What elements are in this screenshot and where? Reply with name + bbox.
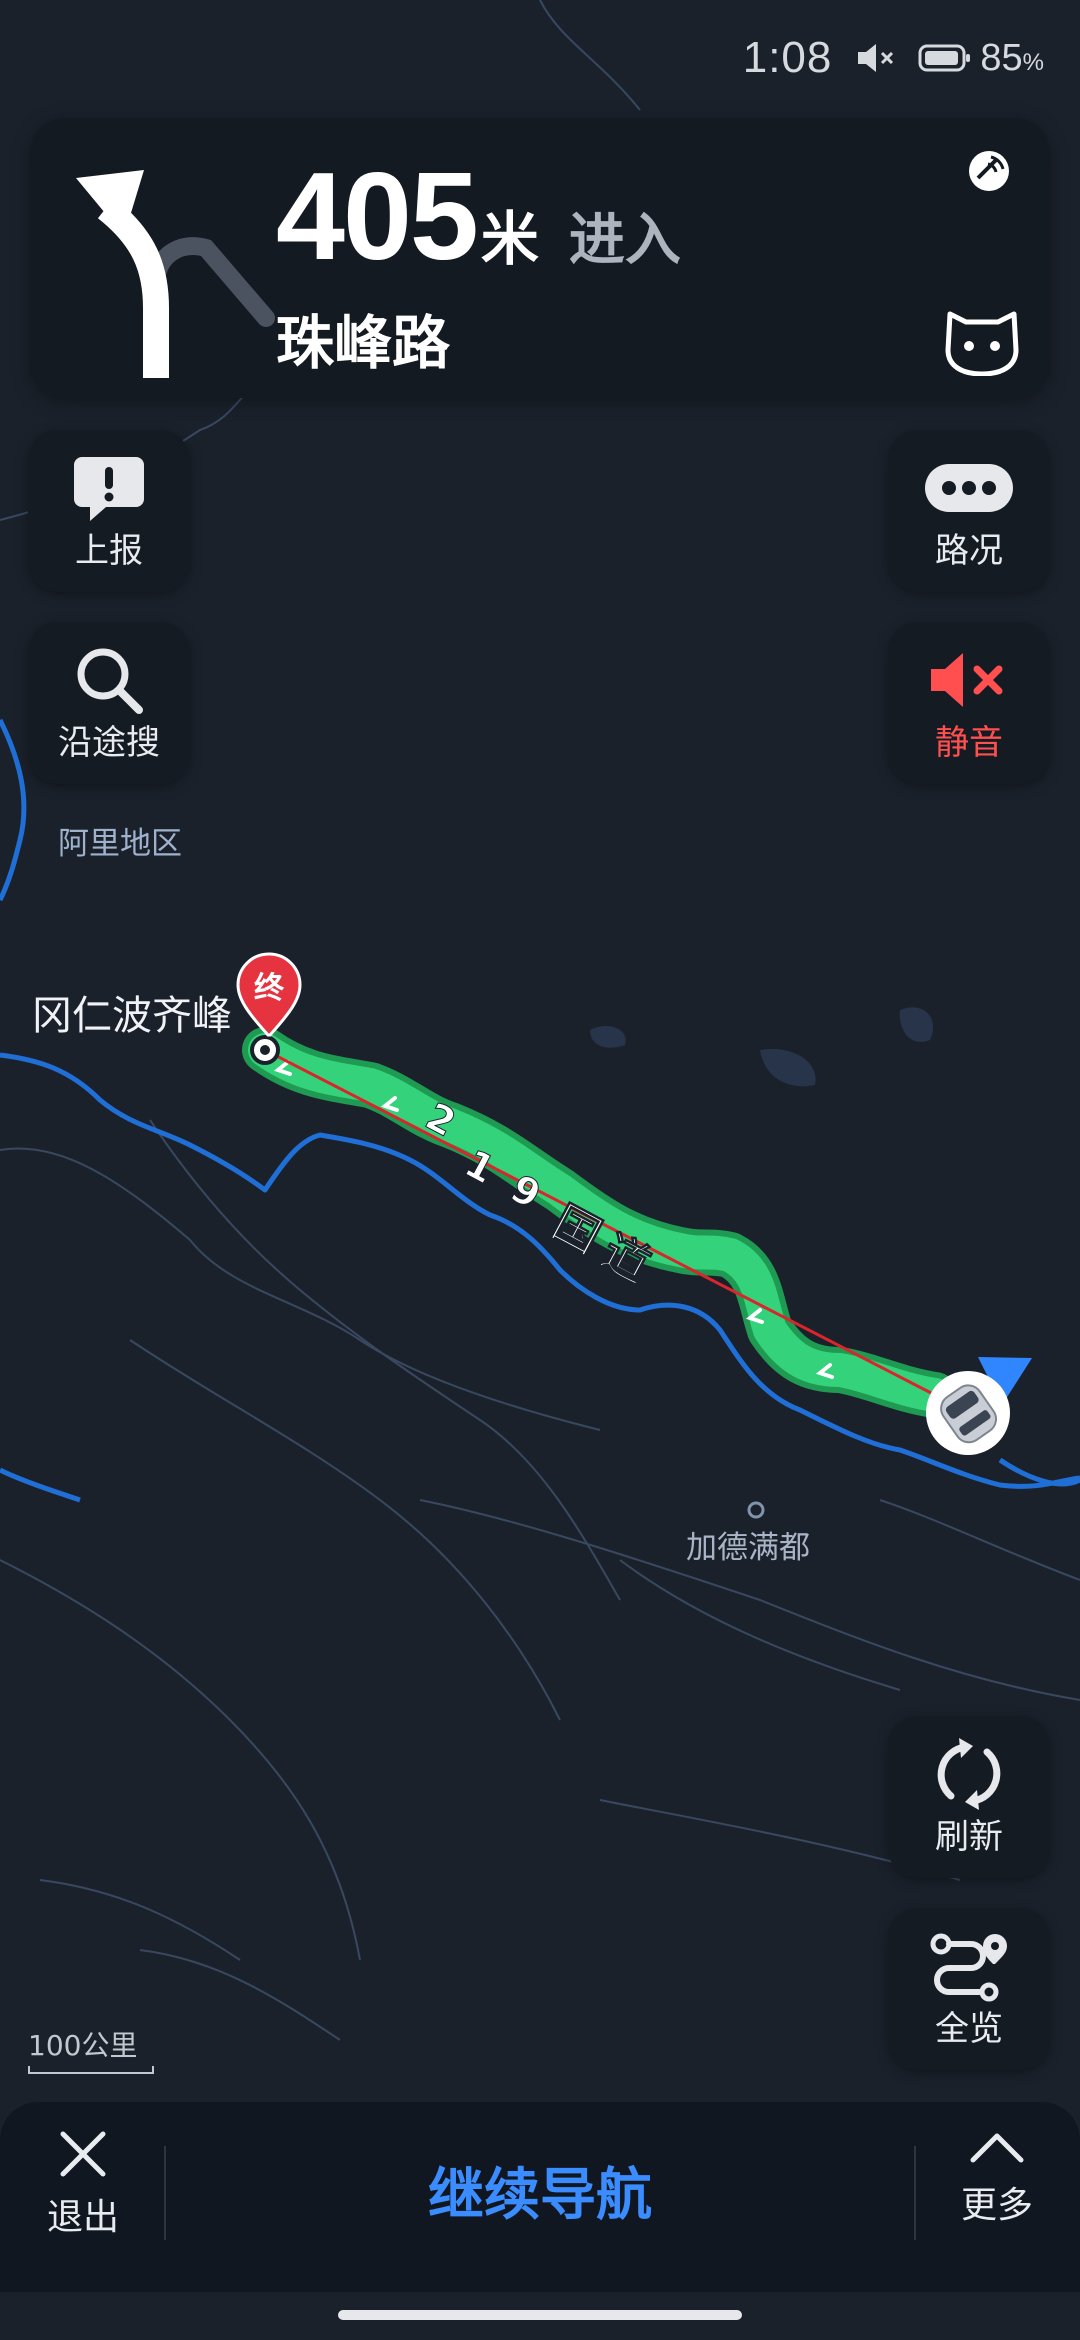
battery-icon: [918, 44, 971, 72]
exit-button[interactable]: 退出: [40, 2128, 126, 2240]
divider: [914, 2146, 916, 2240]
exit-label: 退出: [46, 2197, 119, 2238]
bottom-bar: 退出 继续导航 更多: [0, 2102, 1080, 2292]
report-label: 上报: [75, 531, 143, 571]
speaker-muted-icon: [931, 653, 1003, 707]
gps-signal-icon[interactable]: [964, 146, 1014, 196]
mute-button[interactable]: 静音: [888, 622, 1050, 784]
distance-unit: 米: [480, 205, 539, 273]
clock: 1:08: [742, 33, 833, 82]
voice-assistant-icon[interactable]: [942, 304, 1022, 376]
route-overview-icon: [930, 1933, 1007, 2002]
refresh-button[interactable]: 刷新: [888, 1716, 1050, 1878]
search-icon: [77, 648, 143, 714]
kathmandu-dot: [747, 1501, 765, 1519]
traffic-icon: [925, 464, 1013, 512]
refresh-label: 刷新: [935, 1817, 1003, 1857]
traffic-label: 路况: [935, 531, 1003, 571]
search-along-route-button[interactable]: 沿途搜: [28, 622, 190, 784]
report-icon: [74, 457, 144, 521]
report-button[interactable]: 上报: [28, 430, 190, 592]
map-lakes: [590, 1007, 934, 1087]
route-overview-button[interactable]: 全览: [888, 1908, 1050, 2070]
close-icon: [60, 2131, 106, 2177]
refresh-icon: [937, 1738, 1001, 1810]
battery-percent: 85: [980, 36, 1023, 79]
road-name: 珠峰路: [276, 309, 451, 377]
chevron-up-icon: [970, 2133, 1024, 2163]
home-indicator[interactable]: [338, 2310, 742, 2320]
scale-bar: [28, 2066, 154, 2074]
continue-navigation-button[interactable]: 继续导航: [165, 2140, 915, 2240]
turn-left-arrow-icon: [76, 170, 275, 378]
traffic-button[interactable]: 路况: [888, 430, 1050, 592]
more-label: 更多: [960, 2185, 1033, 2226]
search-along-label: 沿途搜: [58, 723, 160, 763]
mute-icon: [858, 44, 894, 72]
peak-label: 冈仁波齐峰: [32, 993, 232, 1039]
distance-readout: 405 米 进入: [276, 146, 681, 288]
svg-text:终: 终: [254, 971, 285, 1006]
overview-label: 全览: [935, 2009, 1003, 2049]
city-label: 加德满都: [686, 1530, 810, 1566]
status-bar: 1:08 85%: [743, 30, 1044, 86]
distance-value: 405: [276, 148, 479, 286]
mute-label: 静音: [935, 723, 1003, 763]
battery-unit: %: [1022, 48, 1044, 76]
turn-guidance-card[interactable]: 405 米 进入 珠峰路: [30, 118, 1050, 398]
more-button[interactable]: 更多: [954, 2128, 1040, 2228]
map-scale: 100公里: [28, 2024, 154, 2074]
battery: 85%: [918, 37, 1044, 80]
region-label: 阿里地区: [58, 826, 182, 862]
action-text: 进入: [568, 208, 681, 273]
scale-text: 100公里: [28, 2029, 138, 2062]
vehicle-marker: [926, 1357, 1032, 1455]
